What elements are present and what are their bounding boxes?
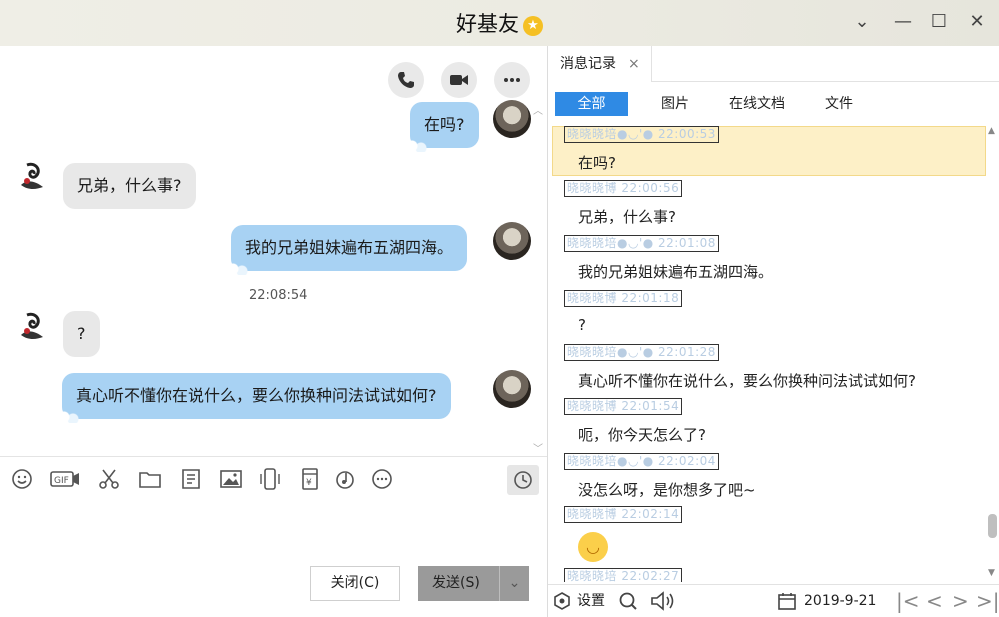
history-footer: 设置 2019-9-21 |< < > >| — [548, 584, 999, 617]
record-sender: 晓晓晓博 22:01:18 — [564, 290, 683, 307]
settings-hexagon-icon[interactable] — [553, 592, 571, 610]
previous-page-icon[interactable]: < — [926, 591, 943, 611]
record-message[interactable]: 呃，你今天怎么了? — [578, 424, 706, 445]
message-bubble-mine[interactable]: 真心听不懂你在说什么，要么你换种问法试试如何? — [56, 373, 451, 423]
chat-area[interactable]: ︿ 在吗? 兄弟，什么事? 我的兄弟姐妹遍布五湖四海。 22:08:54 ? 真… — [0, 46, 547, 456]
more-dots-icon — [504, 78, 520, 82]
scroll-up-icon[interactable]: ︿ — [533, 102, 543, 117]
scroll-down-icon[interactable]: ﹀ — [533, 440, 543, 455]
record-message[interactable]: 真心听不懂你在说什么，要么你换种问法试试如何? — [578, 370, 916, 391]
folder-icon[interactable] — [138, 467, 162, 491]
last-page-icon[interactable]: >| — [976, 591, 999, 611]
record-sender: 晓晓晓培●◡'● 22:02:04 — [564, 453, 719, 470]
more-options-icon[interactable] — [370, 467, 394, 491]
phone-icon — [398, 72, 414, 88]
message-bubble-theirs[interactable]: 兄弟，什么事? — [63, 163, 196, 209]
scissors-icon[interactable] — [97, 467, 121, 491]
message-timestamp: 22:08:54 — [249, 288, 308, 303]
record-sender: 晓晓晓培●◡'● 22:00:53 — [564, 126, 719, 143]
next-page-icon[interactable]: > — [952, 591, 969, 611]
voice-call-button[interactable] — [388, 62, 424, 98]
star-badge-icon[interactable]: ★ — [523, 16, 543, 36]
message-bubble-mine[interactable]: 在吗? — [404, 102, 479, 152]
search-icon[interactable] — [618, 591, 638, 611]
message-history-panel: 消息记录 × 全部 图片 在线文档 文件 晓晓晓培●◡'● 22:00:53 在吗… — [548, 46, 999, 617]
history-date[interactable]: 2019-9-21 — [804, 591, 876, 611]
scroll-thumb[interactable] — [988, 514, 997, 538]
minimize-icon[interactable]: — — [891, 10, 915, 34]
tab-underline — [652, 81, 999, 82]
tab-message-history[interactable]: 消息记录 × — [548, 46, 652, 82]
video-call-button[interactable] — [441, 62, 477, 98]
message-history-button[interactable] — [507, 465, 539, 495]
scroll-down-icon[interactable]: ▼ — [988, 568, 995, 578]
record-message[interactable]: 我的兄弟姐妹遍布五湖四海。 — [578, 261, 773, 282]
clock-icon — [514, 471, 532, 489]
phone-shake-icon[interactable] — [258, 467, 282, 491]
video-camera-icon — [450, 75, 468, 85]
filter-files[interactable]: 文件 — [814, 92, 864, 116]
svg-text:GIF: GIF — [54, 476, 69, 486]
filter-all[interactable]: 全部 — [555, 92, 628, 116]
record-sender: 晓晓晓博 22:00:56 — [564, 180, 683, 197]
friend-avatar[interactable] — [13, 309, 51, 347]
my-avatar[interactable] — [493, 370, 531, 408]
history-record-list[interactable]: 晓晓晓培●◡'● 22:00:53 在吗? 晓晓晓博 22:00:56 兄弟，什… — [548, 126, 986, 582]
chevron-down-icon[interactable]: ⌄ — [499, 566, 529, 601]
record-message[interactable]: 在吗? — [578, 152, 616, 173]
settings-link[interactable]: 设置 — [577, 591, 605, 611]
chevron-down-icon[interactable]: ⌄ — [850, 10, 874, 34]
ink-figure-icon — [21, 162, 43, 189]
input-toolbar: GIF ¥ — [0, 456, 547, 500]
record-sender: 晓晓晓培●◡'● 22:01:28 — [564, 344, 719, 361]
close-icon[interactable]: ✕ — [965, 10, 989, 34]
document-icon[interactable] — [179, 467, 203, 491]
record-sender: 晓晓晓培●◡'● 22:01:08 — [564, 235, 719, 252]
history-scrollbar[interactable]: ▲ ▼ — [986, 126, 999, 582]
speaker-icon[interactable] — [650, 591, 676, 611]
record-message[interactable]: ? — [578, 316, 586, 334]
record-message[interactable]: 没怎么呀，是你想多了吧~ — [578, 479, 756, 500]
calendar-icon[interactable] — [778, 592, 796, 610]
svg-text:¥: ¥ — [306, 478, 312, 488]
send-button[interactable]: 发送(S) ⌄ — [418, 566, 529, 601]
record-sender: 晓晓晓博 22:02:14 — [564, 506, 683, 523]
emoji-icon[interactable] — [10, 467, 34, 491]
close-tab-icon[interactable]: × — [628, 46, 640, 82]
music-icon[interactable] — [333, 467, 357, 491]
friend-avatar[interactable] — [13, 159, 51, 197]
title-bar: 好基友 ★ ⌄ — ☐ ✕ — [0, 0, 999, 46]
more-button[interactable] — [494, 62, 530, 98]
message-bubble-mine[interactable]: 我的兄弟姐妹遍布五湖四海。 — [224, 225, 468, 275]
red-packet-icon[interactable]: ¥ — [298, 467, 322, 491]
smiling-emoji-icon[interactable]: ◡ — [578, 532, 608, 562]
my-avatar[interactable] — [493, 222, 531, 260]
send-label: 发送(S) — [432, 575, 480, 591]
close-button[interactable]: 关闭(C) — [310, 566, 400, 601]
filter-online-docs[interactable]: 在线文档 — [719, 92, 795, 116]
scroll-up-icon[interactable]: ▲ — [988, 126, 995, 136]
record-sender: 晓晓晓博 22:01:54 — [564, 398, 683, 415]
message-bubble-theirs[interactable]: ? — [63, 311, 100, 357]
record-message[interactable]: 兄弟，什么事? — [578, 206, 676, 227]
ink-figure-icon — [21, 312, 43, 339]
my-avatar[interactable] — [493, 100, 531, 138]
maximize-icon[interactable]: ☐ — [927, 10, 951, 34]
first-page-icon[interactable]: |< — [896, 591, 920, 611]
image-icon[interactable] — [219, 467, 243, 491]
record-sender: 晓晓晓培 22:02:27 — [564, 568, 683, 582]
gif-icon[interactable]: GIF — [50, 467, 80, 491]
filter-images[interactable]: 图片 — [650, 92, 700, 116]
